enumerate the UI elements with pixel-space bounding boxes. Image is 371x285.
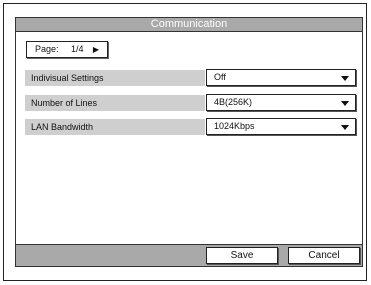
number-of-lines-select[interactable]: 4B(256K)	[206, 94, 356, 111]
chevron-down-icon	[341, 125, 349, 130]
settings-panel	[15, 31, 363, 267]
lan-bandwidth-select[interactable]: 1024Kbps	[206, 118, 356, 135]
page-value: 1/4	[71, 44, 84, 54]
individual-settings-label: Indivisual Settings	[25, 70, 205, 86]
individual-settings-value: Off	[214, 72, 226, 82]
number-of-lines-value: 4B(256K)	[214, 97, 253, 107]
next-page-icon[interactable]: ▶	[93, 42, 99, 57]
cancel-button[interactable]: Cancel	[288, 247, 360, 264]
chevron-down-icon	[341, 76, 349, 81]
lan-bandwidth-label: LAN Bandwidth	[25, 119, 205, 135]
page-label: Page:	[35, 44, 59, 54]
page-navigator-button[interactable]: Page: 1/4 ▶	[26, 41, 108, 58]
number-of-lines-label: Number of Lines	[25, 95, 205, 111]
window-title: Communication	[15, 17, 363, 31]
lan-bandwidth-value: 1024Kbps	[214, 121, 255, 131]
individual-settings-select[interactable]: Off	[206, 69, 356, 86]
save-button[interactable]: Save	[206, 247, 278, 264]
chevron-down-icon	[341, 101, 349, 106]
